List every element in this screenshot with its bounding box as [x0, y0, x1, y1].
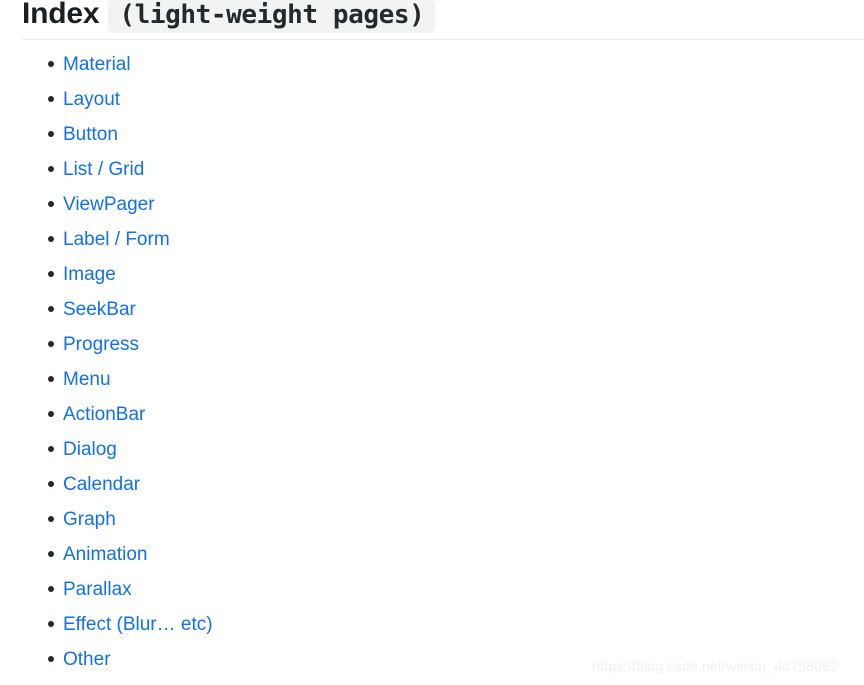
- index-list: Material Layout Button List / Grid ViewP…: [0, 48, 864, 678]
- list-item: Calendar: [0, 468, 864, 503]
- list-item: SeekBar: [0, 293, 864, 328]
- bullet-icon: [48, 411, 54, 417]
- list-item: ActionBar: [0, 398, 864, 433]
- list-item: Label / Form: [0, 223, 864, 258]
- bullet-icon: [48, 306, 54, 312]
- list-item: Graph: [0, 503, 864, 538]
- index-link-layout[interactable]: Layout: [63, 83, 120, 117]
- readme-page: Index (light-weight pages) Material Layou…: [0, 0, 864, 685]
- page-title-code-badge: (light-weight pages): [108, 0, 436, 33]
- list-item: List / Grid: [0, 153, 864, 188]
- watermark: https://blog.csdn.net/weixin_44758662: [592, 658, 838, 674]
- list-item: Menu: [0, 363, 864, 398]
- index-link-material[interactable]: Material: [63, 48, 131, 82]
- page-heading-block: Index (light-weight pages): [0, 0, 864, 42]
- bullet-icon: [48, 551, 54, 557]
- index-link-menu[interactable]: Menu: [63, 363, 111, 397]
- list-item: Animation: [0, 538, 864, 573]
- index-link-animation[interactable]: Animation: [63, 538, 148, 572]
- bullet-icon: [48, 376, 54, 382]
- index-link-other[interactable]: Other: [63, 643, 111, 677]
- bullet-icon: [48, 201, 54, 207]
- index-link-progress[interactable]: Progress: [63, 328, 139, 362]
- bullet-icon: [48, 96, 54, 102]
- index-link-parallax[interactable]: Parallax: [63, 573, 132, 607]
- bullet-icon: [48, 236, 54, 242]
- index-link-dialog[interactable]: Dialog: [63, 433, 117, 467]
- list-item: Parallax: [0, 573, 864, 608]
- bullet-icon: [48, 131, 54, 137]
- list-item: Image: [0, 258, 864, 293]
- list-item: Progress: [0, 328, 864, 363]
- bullet-icon: [48, 621, 54, 627]
- index-link-image[interactable]: Image: [63, 258, 116, 292]
- page-title-text: Index: [22, 0, 100, 30]
- index-link-calendar[interactable]: Calendar: [63, 468, 140, 502]
- list-item: Effect (Blur… etc): [0, 608, 864, 643]
- bullet-icon: [48, 656, 54, 662]
- list-item: Layout: [0, 83, 864, 118]
- bullet-icon: [48, 341, 54, 347]
- bullet-icon: [48, 481, 54, 487]
- index-link-button[interactable]: Button: [63, 118, 118, 152]
- heading-divider: [22, 39, 864, 40]
- bullet-icon: [48, 61, 54, 67]
- index-link-seekbar[interactable]: SeekBar: [63, 293, 136, 327]
- index-link-graph[interactable]: Graph: [63, 503, 116, 537]
- list-item: Dialog: [0, 433, 864, 468]
- bullet-icon: [48, 271, 54, 277]
- page-title: Index (light-weight pages): [22, 0, 436, 34]
- index-link-label-form[interactable]: Label / Form: [63, 223, 170, 257]
- index-link-actionbar[interactable]: ActionBar: [63, 398, 145, 432]
- index-link-list-grid[interactable]: List / Grid: [63, 153, 144, 187]
- list-item: Button: [0, 118, 864, 153]
- bullet-icon: [48, 586, 54, 592]
- list-item: ViewPager: [0, 188, 864, 223]
- index-link-effect[interactable]: Effect (Blur… etc): [63, 608, 213, 642]
- bullet-icon: [48, 516, 54, 522]
- bullet-icon: [48, 166, 54, 172]
- index-link-viewpager[interactable]: ViewPager: [63, 188, 155, 222]
- list-item: Material: [0, 48, 864, 83]
- bullet-icon: [48, 446, 54, 452]
